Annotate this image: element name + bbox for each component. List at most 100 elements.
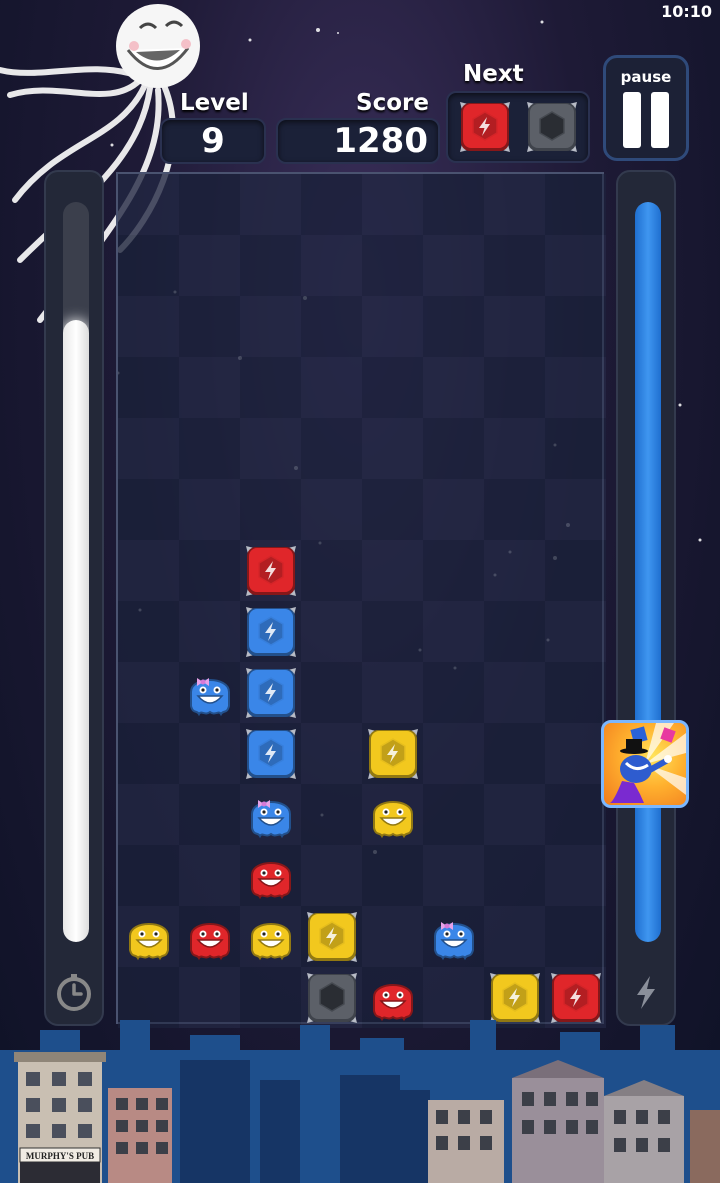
board-cell <box>118 479 179 540</box>
yellow-gem-icon <box>301 906 362 967</box>
board-cell <box>301 479 362 540</box>
pause-button[interactable]: pause <box>603 55 689 161</box>
board-cell <box>179 540 240 601</box>
board-cell <box>484 174 545 235</box>
board-cell <box>545 418 606 479</box>
board-cell <box>423 479 484 540</box>
board-cell <box>362 174 423 235</box>
board-cell <box>484 784 545 845</box>
next-label: Next <box>463 61 524 87</box>
board-cell <box>118 357 179 418</box>
gray-stone-icon <box>521 97 582 158</box>
board-cell <box>179 479 240 540</box>
pause-button-label: pause <box>620 68 672 86</box>
board-cell <box>484 906 545 967</box>
board-cell <box>545 174 606 235</box>
board-cell <box>179 235 240 296</box>
level-panel: 9 <box>160 118 266 164</box>
board-cell <box>423 784 484 845</box>
level-value: 9 <box>201 121 225 161</box>
magician-powerup-icon[interactable] <box>601 720 689 808</box>
board-cell <box>362 357 423 418</box>
timer-icon <box>54 972 94 1012</box>
board-cell <box>118 540 179 601</box>
board-cell <box>179 601 240 662</box>
board-cell <box>301 174 362 235</box>
board-cell <box>362 540 423 601</box>
blue-gem-icon <box>240 723 301 784</box>
city-skyline-background: MURPHY'S PUB <box>0 1020 720 1183</box>
red-blob-icon <box>179 906 240 967</box>
board-cell <box>362 662 423 723</box>
board-cell <box>240 479 301 540</box>
score-value: 1280 <box>333 121 428 161</box>
board-cell <box>301 845 362 906</box>
board-cell <box>545 784 606 845</box>
game-board[interactable] <box>116 172 606 1028</box>
board-cell <box>179 174 240 235</box>
board-cell <box>179 845 240 906</box>
board-cell <box>118 174 179 235</box>
board-cell <box>179 296 240 357</box>
board-cell <box>362 845 423 906</box>
board-cell <box>423 540 484 601</box>
board-cell <box>484 540 545 601</box>
board-cell <box>240 357 301 418</box>
board-cell <box>545 723 606 784</box>
board-cell <box>179 723 240 784</box>
board-cell <box>179 967 240 1028</box>
blue-blob-icon <box>240 784 301 845</box>
board-cell <box>179 357 240 418</box>
score-panel: 1280 <box>276 118 440 164</box>
board-cell <box>545 479 606 540</box>
board-cell <box>545 601 606 662</box>
timer-meter-track <box>63 202 89 942</box>
red-gem-icon <box>240 540 301 601</box>
lightning-icon <box>626 972 666 1012</box>
timer-meter-fill <box>63 320 89 942</box>
board-cell <box>423 601 484 662</box>
board-cell <box>118 296 179 357</box>
gray-stone-icon <box>301 967 362 1028</box>
board-cell <box>484 418 545 479</box>
board-cell <box>301 723 362 784</box>
board-cell <box>484 235 545 296</box>
board-cell <box>484 296 545 357</box>
blue-gem-icon <box>240 601 301 662</box>
red-gem-icon <box>454 97 515 158</box>
board-cell <box>301 235 362 296</box>
board-cell <box>423 967 484 1028</box>
power-meter-fill <box>635 202 661 942</box>
board-cell <box>240 296 301 357</box>
board-cell <box>545 906 606 967</box>
board-cell <box>301 784 362 845</box>
blue-gem-icon <box>240 662 301 723</box>
board-cell <box>423 357 484 418</box>
board-cell <box>301 601 362 662</box>
board-cell <box>362 296 423 357</box>
yellow-gem-icon <box>362 723 423 784</box>
board-cell <box>301 662 362 723</box>
board-cell <box>118 418 179 479</box>
board-cell <box>545 662 606 723</box>
yellow-gem-icon <box>484 967 545 1028</box>
board-cell <box>118 845 179 906</box>
blue-blob-icon <box>179 662 240 723</box>
timer-meter <box>44 170 104 1026</box>
board-cell <box>118 601 179 662</box>
next-preview-panel <box>446 91 590 163</box>
board-cell <box>545 235 606 296</box>
board-cell <box>423 174 484 235</box>
pub-sign-text: MURPHY'S PUB <box>26 1151 94 1161</box>
board-cell <box>301 418 362 479</box>
board-cell <box>545 357 606 418</box>
board-cell <box>545 845 606 906</box>
board-cell <box>179 418 240 479</box>
board-cell <box>301 296 362 357</box>
board-cell <box>423 723 484 784</box>
score-label: Score <box>356 90 429 116</box>
board-cell <box>484 601 545 662</box>
board-cell <box>240 418 301 479</box>
board-cell <box>179 784 240 845</box>
board-cell <box>545 540 606 601</box>
